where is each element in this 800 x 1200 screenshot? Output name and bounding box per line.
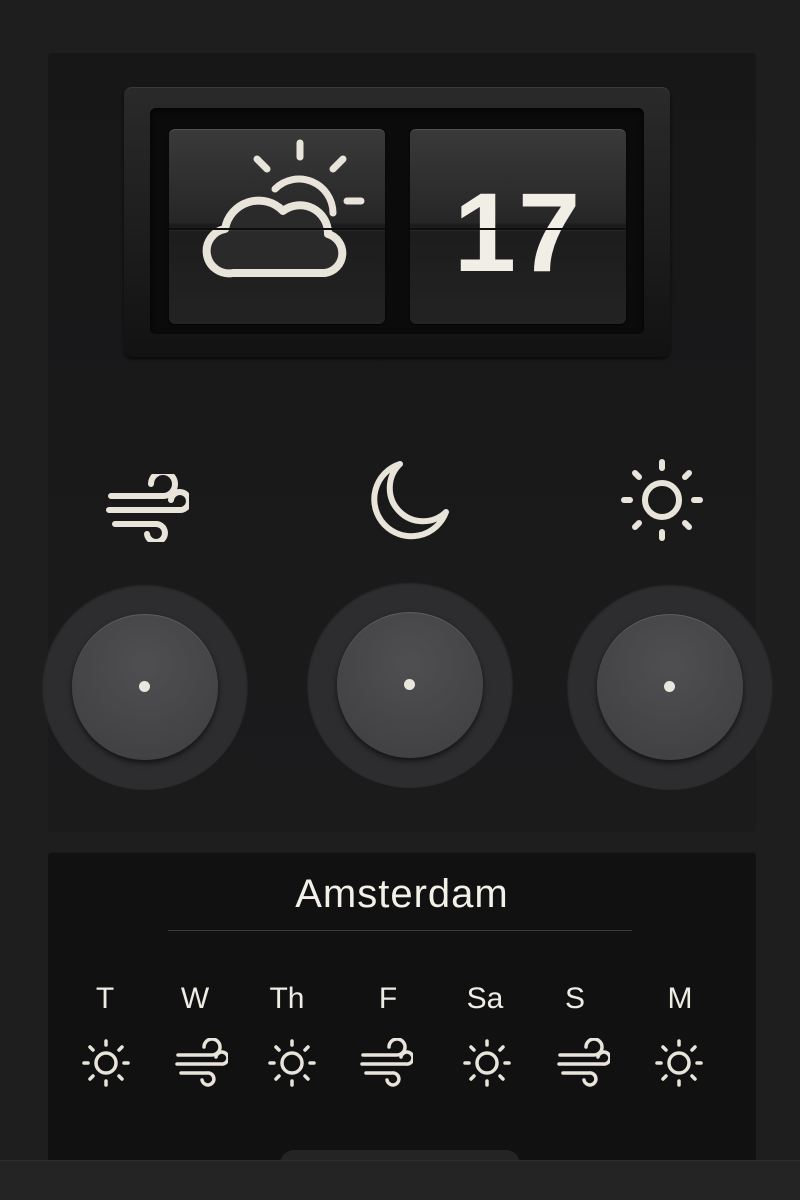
knob-indicator xyxy=(664,681,675,692)
knob-indicator xyxy=(139,681,150,692)
knob-indicator xyxy=(404,679,415,690)
knob-cap[interactable] xyxy=(337,612,483,758)
day-label: M xyxy=(667,982,693,1015)
day-label: W xyxy=(180,982,210,1015)
knob-cap[interactable] xyxy=(597,614,743,760)
sun-icon xyxy=(621,459,703,541)
wind-icon xyxy=(557,1038,610,1087)
bottom-bar xyxy=(0,1160,800,1200)
city-name[interactable]: Amsterdam xyxy=(48,872,756,917)
night-knob[interactable] xyxy=(307,582,513,788)
day-label: F xyxy=(378,982,398,1015)
sun-icon xyxy=(82,1039,130,1087)
sun-icon xyxy=(463,1039,511,1087)
condition-card xyxy=(169,129,385,324)
day-knob[interactable] xyxy=(567,584,773,790)
partly-cloudy-icon xyxy=(202,139,365,278)
divider xyxy=(168,930,632,931)
temperature-card: 17 xyxy=(410,129,626,324)
day-label: Th xyxy=(269,982,305,1015)
temperature-value: 17 xyxy=(453,170,583,295)
wind-icon xyxy=(360,1038,413,1087)
knob-cap[interactable] xyxy=(72,614,218,760)
day-label: S xyxy=(564,982,585,1015)
sun-icon xyxy=(268,1039,316,1087)
day-label: Sa xyxy=(466,982,504,1015)
day-label: T xyxy=(95,982,115,1015)
sun-icon xyxy=(655,1039,703,1087)
wind-icon xyxy=(106,474,189,542)
moon-icon xyxy=(371,461,449,540)
wind-icon xyxy=(175,1038,228,1087)
wind-knob[interactable] xyxy=(42,584,248,790)
